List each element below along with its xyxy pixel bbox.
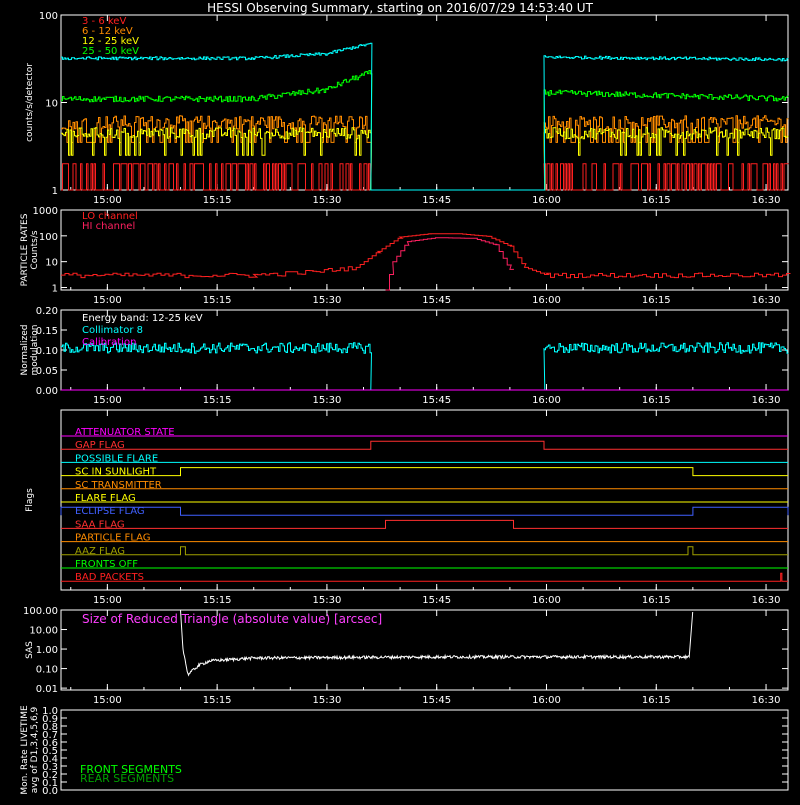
flag-line-7	[61, 519, 788, 529]
flag-label: GAP FLAG	[75, 440, 125, 451]
y-tick-label: 1000	[33, 206, 58, 217]
y-tick-label: 100.00	[23, 606, 58, 617]
x-tick-label: 16:00	[532, 595, 561, 606]
flag-label: SC TRANSMITTER	[75, 480, 162, 491]
x-tick-label: 16:30	[752, 395, 781, 406]
flag-line-9	[61, 546, 788, 556]
x-tick-label: 15:45	[422, 295, 451, 306]
x-tick-label: 15:00	[93, 295, 122, 306]
y-axis-label: Normalized	[20, 324, 30, 375]
y-tick-label: 10.00	[29, 626, 58, 637]
x-tick-label: 16:00	[532, 295, 561, 306]
y-axis-label: SAS	[25, 641, 35, 659]
x-tick-label: 15:00	[93, 195, 122, 206]
y-tick-label: 1	[52, 186, 58, 197]
x-tick-label: 15:15	[203, 195, 232, 206]
y-tick-label: 0.01	[36, 684, 58, 695]
y-tick-label: 1.00	[36, 645, 58, 656]
flag-line-6	[60, 506, 789, 516]
legend-entry: Collimator 8	[82, 325, 143, 336]
flag-label: SAA FLAG	[75, 519, 125, 530]
legend-entry: HI channel	[82, 221, 135, 232]
y-axis-label: modulation	[30, 325, 40, 376]
x-tick-label: 15:15	[203, 695, 232, 706]
y-tick-label: 10	[45, 99, 58, 110]
x-tick-label: 15:00	[93, 595, 122, 606]
figure-title: HESSI Observing Summary, starting on 201…	[207, 1, 593, 15]
flag-label: SC IN SUNLIGHT	[75, 467, 157, 478]
flag-label: ECLIPSE FLAG	[75, 506, 145, 517]
x-tick-label: 15:00	[93, 695, 122, 706]
x-tick-label: 15:30	[313, 695, 342, 706]
x-tick-label: 16:15	[642, 695, 671, 706]
y-tick-label: 100	[39, 11, 58, 22]
flag-label: FLARE FLAG	[75, 493, 136, 504]
y-tick-label: 1.0	[42, 706, 58, 717]
x-tick-label: 15:30	[313, 295, 342, 306]
x-tick-label: 16:15	[642, 295, 671, 306]
x-tick-label: 15:15	[203, 395, 232, 406]
y-tick-label: 0.00	[36, 386, 58, 397]
x-tick-label: 15:30	[313, 195, 342, 206]
x-tick-label: 15:15	[203, 595, 232, 606]
particle-series-1-line	[385, 237, 514, 291]
particle-series-0-line	[61, 233, 791, 279]
x-tick-label: 16:00	[532, 395, 561, 406]
legend-entry: Calibration	[82, 337, 136, 348]
y-axis-label: Counts/s	[30, 230, 40, 269]
sas-annotation: Size of Reduced Triangle (absolute value…	[82, 612, 382, 626]
y-axis-label: avg of D1,3,4,5,6,9	[30, 706, 40, 793]
y-tick-label: 100	[39, 232, 58, 243]
legend-entry: REAR SEGMENTS	[80, 772, 174, 785]
x-tick-label: 16:30	[752, 295, 781, 306]
flag-label: FRONTS OFF	[75, 559, 138, 570]
x-tick-label: 15:45	[422, 695, 451, 706]
x-tick-label: 15:30	[313, 595, 342, 606]
legend-entry: 25 - 50 keV	[82, 46, 139, 57]
x-tick-label: 16:30	[752, 195, 781, 206]
x-tick-label: 15:15	[203, 295, 232, 306]
y-axis-label: Mon. Rate LIVETIME	[20, 705, 30, 795]
flag-label: POSSIBLE FLARE	[75, 453, 158, 464]
flag-label: BAD PACKETS	[75, 572, 144, 583]
y-axis-label: Flags	[25, 488, 35, 512]
y-tick-label: 10	[45, 258, 58, 269]
modulation-series-0-line	[61, 342, 789, 391]
x-tick-label: 16:15	[642, 395, 671, 406]
flag-line-3	[61, 467, 788, 477]
x-tick-label: 15:30	[313, 395, 342, 406]
x-tick-label: 16:15	[642, 195, 671, 206]
x-tick-label: 15:45	[422, 595, 451, 606]
x-tick-label: 16:15	[642, 595, 671, 606]
flag-line-11	[61, 572, 788, 582]
x-tick-label: 15:45	[422, 195, 451, 206]
series-0-line	[61, 163, 789, 191]
y-axis-label: counts/s/detector	[25, 63, 35, 142]
x-tick-label: 16:30	[752, 695, 781, 706]
flag-line-1	[61, 440, 788, 450]
y-tick-label: 0.20	[36, 306, 58, 317]
y-axis-label: PARTICLE RATES	[20, 213, 30, 286]
flag-label: PARTICLE FLAG	[75, 533, 151, 544]
x-tick-label: 16:00	[532, 195, 561, 206]
x-tick-label: 16:00	[532, 695, 561, 706]
energy-band-annotation: Energy band: 12-25 keV	[82, 313, 203, 324]
summary-plot: HESSI Observing Summary, starting on 201…	[20, 1, 791, 797]
flag-label: ATTENUATOR STATE	[75, 427, 175, 438]
y-tick-label: 1	[52, 283, 58, 294]
y-tick-label: 0.10	[36, 665, 58, 676]
x-tick-label: 15:45	[422, 395, 451, 406]
flag-label: AAZ FLAG	[75, 546, 125, 557]
x-tick-label: 16:30	[752, 595, 781, 606]
hessi-summary-figure: HESSI Observing Summary, starting on 201…	[0, 0, 800, 800]
x-tick-label: 15:00	[93, 395, 122, 406]
